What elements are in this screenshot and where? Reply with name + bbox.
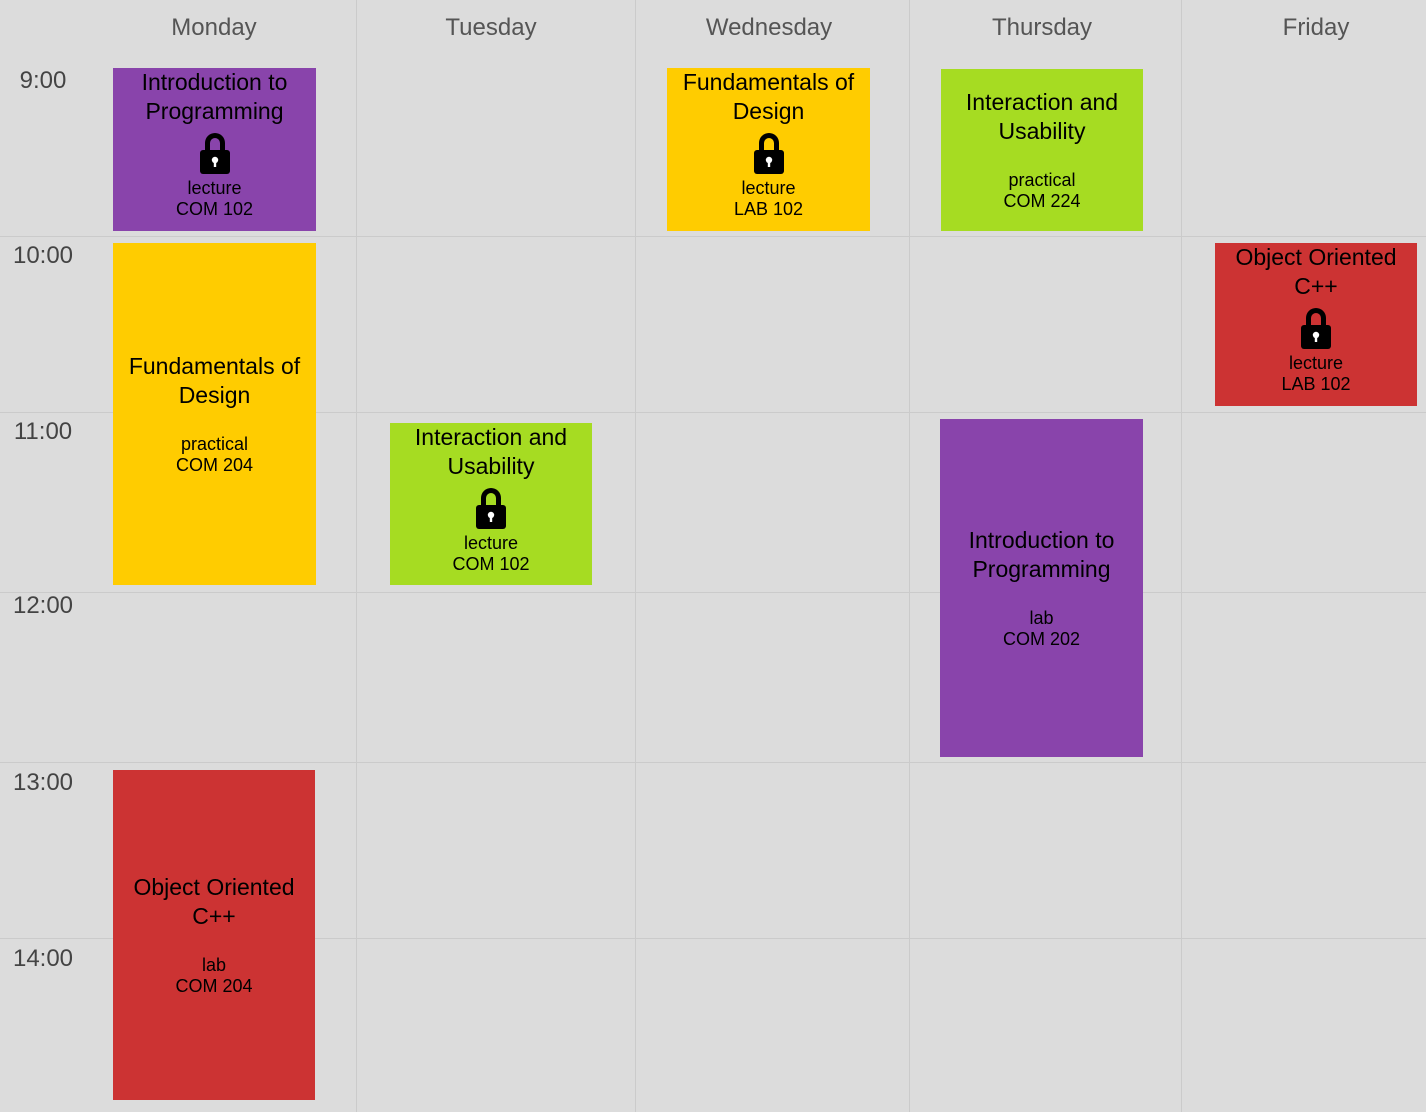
column-divider	[356, 0, 357, 1112]
event-title: Interaction and Usability	[965, 89, 1119, 144]
time-label: 11:00	[13, 418, 73, 445]
event-title: Object Oriented C++	[1235, 244, 1397, 299]
lock-icon	[476, 488, 506, 529]
day-header-friday: Friday	[1282, 14, 1350, 41]
lock-icon	[753, 133, 784, 174]
lock-icon	[1301, 308, 1331, 349]
event-type: lecture	[741, 178, 796, 198]
event-title: Interaction and Usability	[414, 424, 568, 479]
event-room: COM 224	[1003, 191, 1081, 211]
day-header-thursday: Thursday	[991, 14, 1093, 41]
event-block[interactable]: Introduction to Programming lab COM 202	[940, 419, 1143, 757]
day-header-monday: Monday	[171, 14, 257, 41]
column-divider	[1181, 0, 1182, 1112]
time-label: 10:00	[12, 242, 74, 269]
event-block[interactable]: Interaction and Usability lecture COM 10…	[390, 423, 592, 585]
day-header-tuesday: Tuesday	[445, 14, 537, 41]
event-block[interactable]: Object Oriented C++ lab COM 204	[113, 770, 315, 1100]
row-divider	[0, 236, 1426, 237]
column-divider	[909, 0, 910, 1112]
day-header-wednesday: Wednesday	[705, 14, 833, 41]
event-room: LAB 102	[733, 199, 804, 219]
column-divider	[635, 0, 636, 1112]
event-type: lecture	[1288, 353, 1344, 373]
lock-icon	[199, 133, 230, 174]
event-type: practical	[1008, 170, 1076, 190]
event-block[interactable]: Fundamentals of Design practical COM 204	[113, 243, 316, 585]
time-label: 12:00	[12, 592, 74, 619]
event-title: Introduction to Programming	[968, 527, 1115, 582]
event-block[interactable]: Object Oriented C++ lecture LAB 102	[1215, 243, 1417, 406]
row-divider	[0, 592, 1426, 593]
time-label: 13:00	[12, 769, 74, 796]
event-title: Fundamentals of Design	[128, 353, 301, 408]
event-type: lab	[201, 955, 227, 975]
event-block[interactable]: Introduction to Programming lecture COM …	[113, 68, 316, 231]
event-type: lecture	[463, 533, 519, 553]
event-title: Object Oriented C++	[133, 874, 295, 929]
time-label: 14:00	[12, 945, 74, 972]
event-block[interactable]: Interaction and Usability practical COM …	[941, 69, 1143, 231]
event-block[interactable]: Fundamentals of Design lecture LAB 102	[667, 68, 870, 231]
event-type: lecture	[187, 178, 242, 198]
event-room: COM 202	[1002, 629, 1081, 649]
event-room: COM 102	[175, 199, 254, 219]
event-type: practical	[180, 434, 249, 454]
event-title: Introduction to Programming	[141, 69, 288, 124]
event-room: COM 204	[175, 455, 254, 475]
row-divider	[0, 762, 1426, 763]
event-type: lab	[1029, 608, 1054, 628]
time-label: 9:00	[19, 67, 67, 94]
event-room: COM 102	[452, 554, 530, 574]
event-room: COM 204	[175, 976, 253, 996]
event-title: Fundamentals of Design	[682, 69, 855, 124]
event-room: LAB 102	[1281, 374, 1351, 394]
